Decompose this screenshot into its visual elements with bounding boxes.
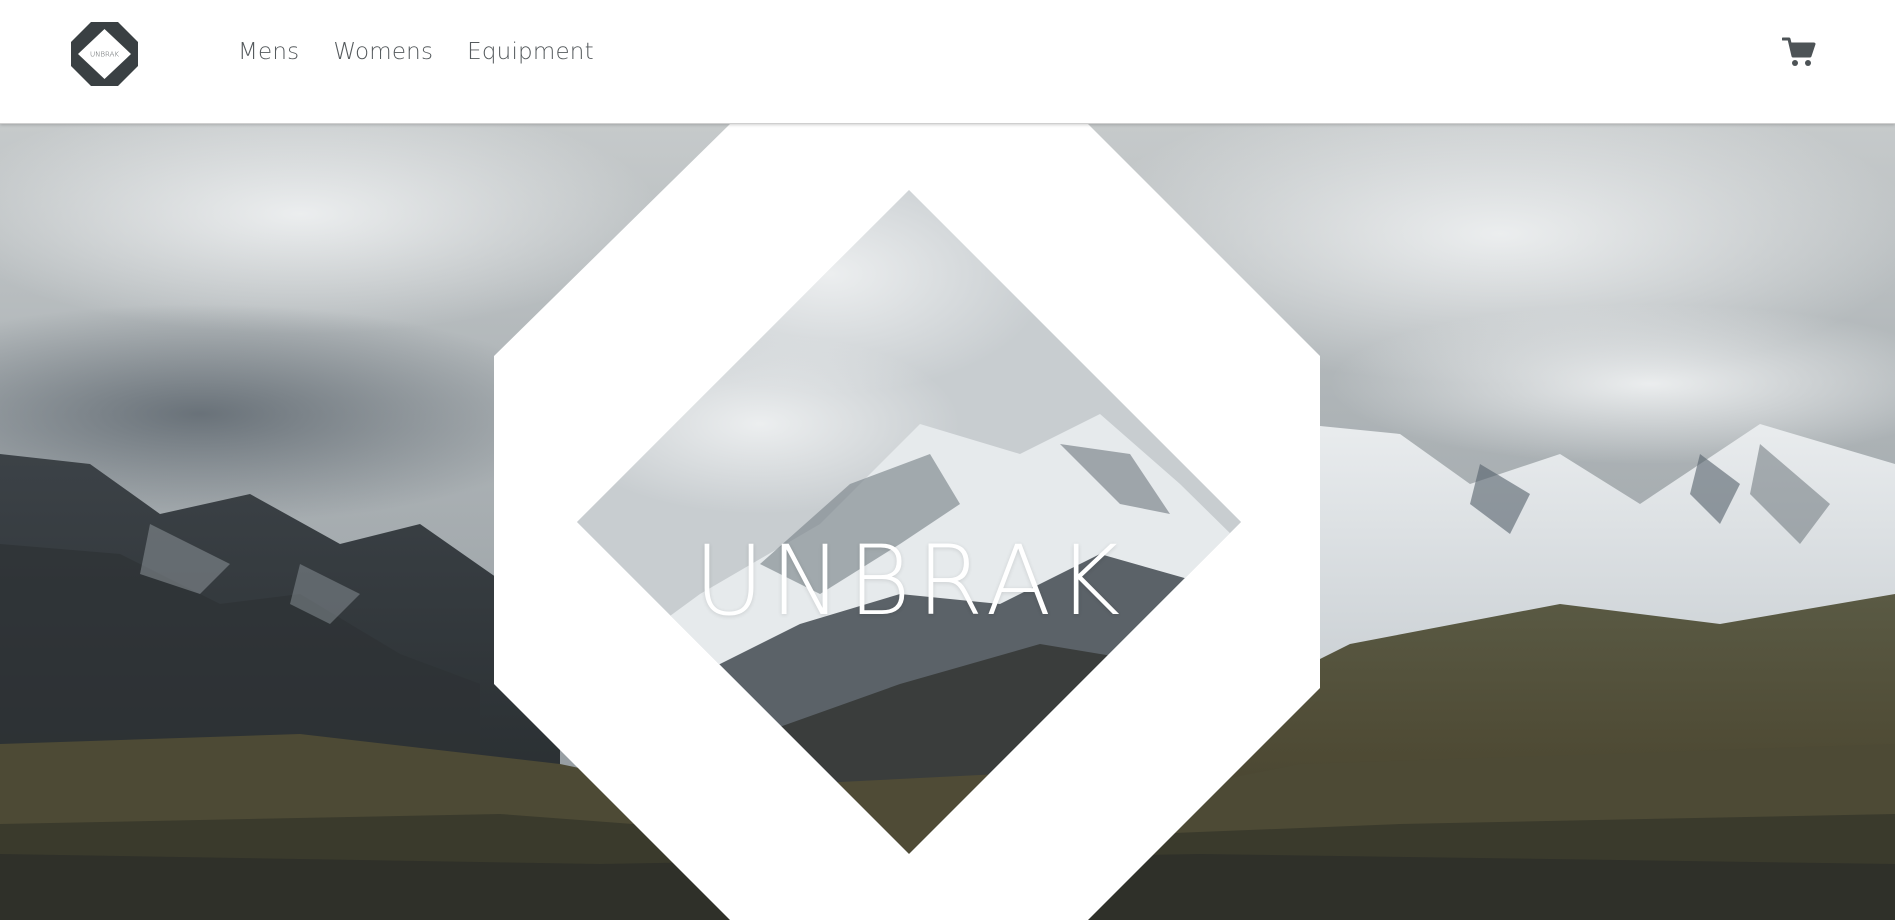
site-header: UNBRAK Mens Womens Equipment [0, 0, 1895, 124]
octagon-logo-icon: UNBRAK [71, 22, 138, 86]
main-nav: Mens Womens Equipment [238, 36, 594, 68]
hero-background-image [0, 124, 1895, 920]
logo-text: UNBRAK [90, 51, 119, 59]
shopping-cart-icon [1782, 37, 1816, 66]
hero-title: UNBRAK [693, 525, 1127, 638]
nav-link-equipment[interactable]: Equipment [467, 39, 594, 65]
logo-link[interactable]: UNBRAK [71, 22, 138, 86]
cart-button[interactable] [1782, 36, 1816, 68]
hero-banner: UNBRAK [0, 124, 1895, 920]
nav-link-mens[interactable]: Mens [238, 39, 299, 65]
nav-link-womens[interactable]: Womens [333, 39, 433, 65]
